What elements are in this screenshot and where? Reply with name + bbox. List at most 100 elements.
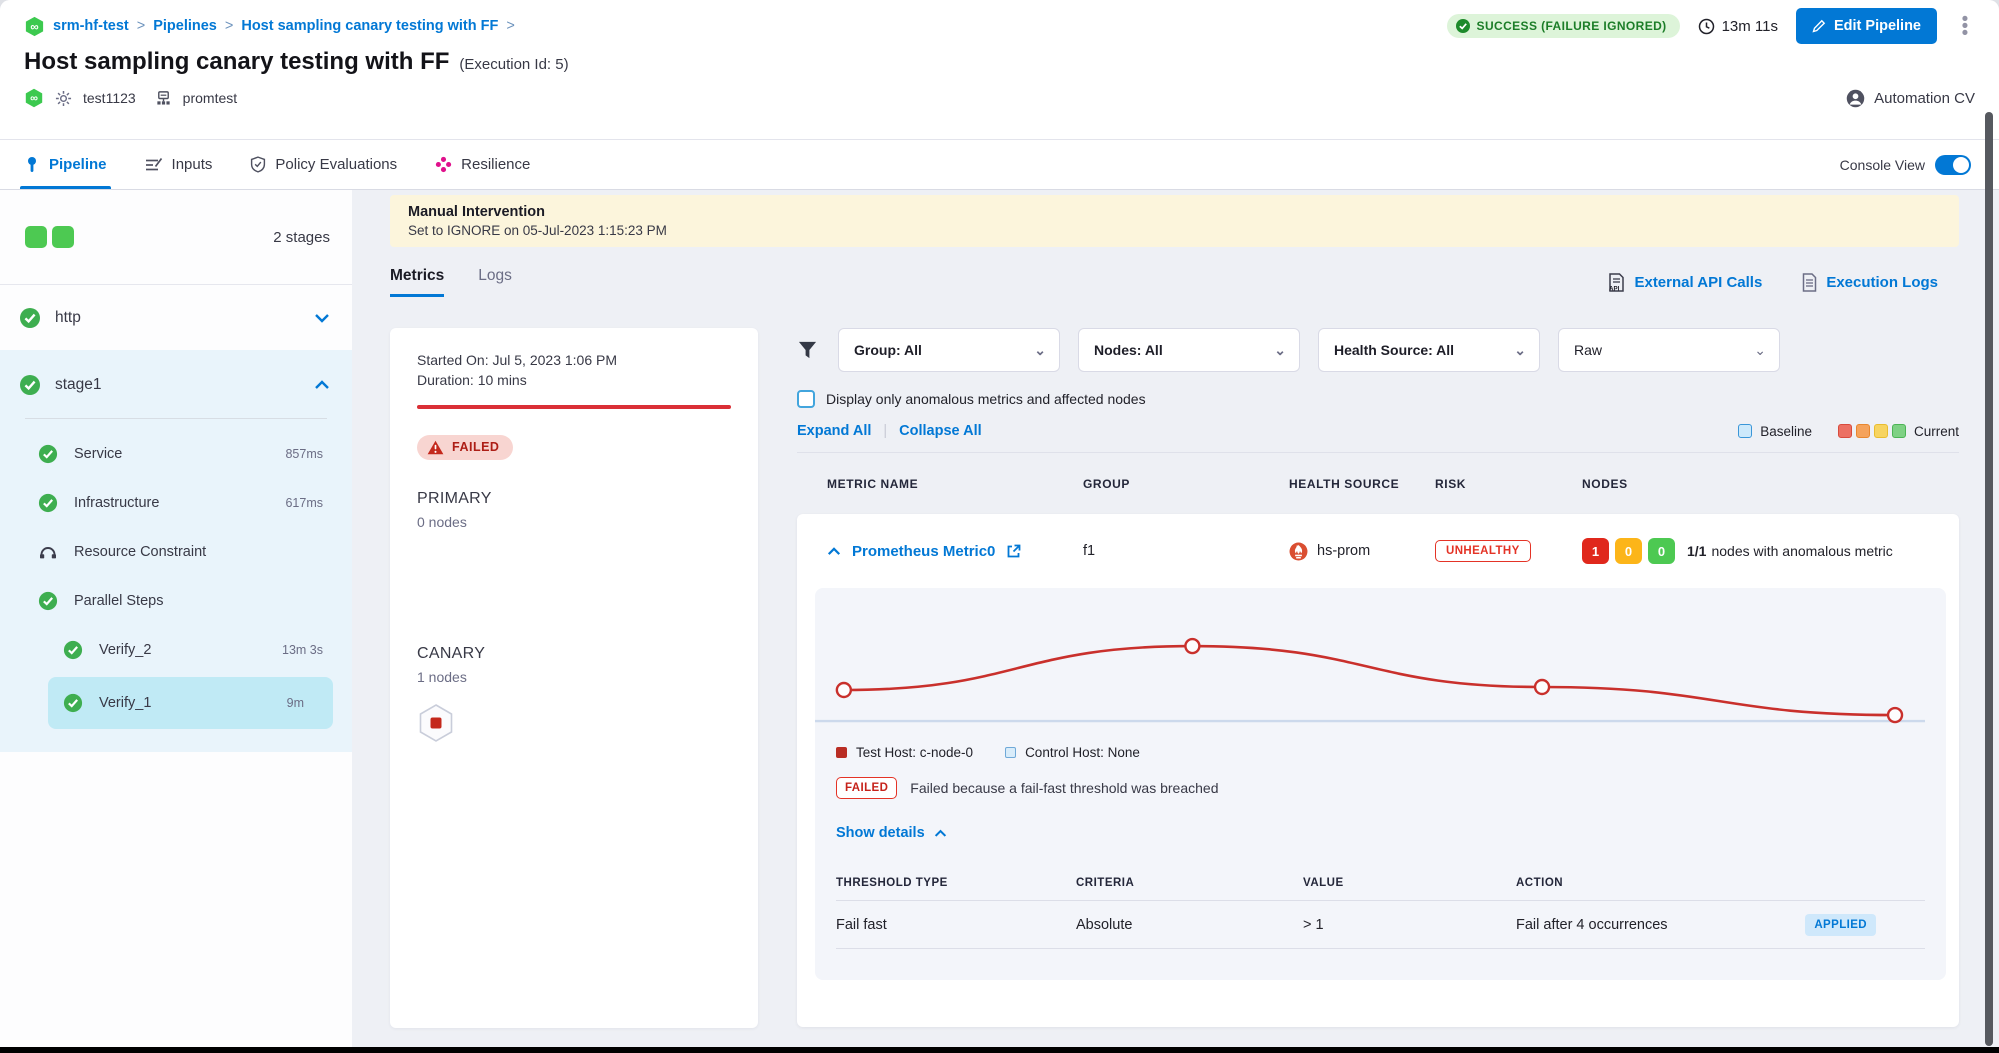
- user-avatar-icon: [1846, 89, 1865, 108]
- service-name[interactable]: test1123: [83, 90, 136, 106]
- execution-id: (Execution Id: 5): [459, 56, 568, 73]
- success-check-icon: [38, 493, 58, 513]
- group-filter-dropdown[interactable]: Group: All⌄: [838, 328, 1060, 372]
- chevron-up-icon[interactable]: [314, 380, 330, 390]
- healthy-node-count-chip: 0: [1648, 538, 1675, 564]
- breadcrumb-project[interactable]: srm-hf-test: [53, 18, 129, 34]
- pencil-icon: [1812, 19, 1826, 33]
- stage-square-icon: [25, 226, 47, 248]
- canary-label: CANARY: [417, 645, 731, 663]
- svg-text:API: API: [1609, 285, 1620, 292]
- environment-name[interactable]: promtest: [183, 90, 237, 106]
- sidebar-step-infrastructure[interactable]: Infrastructure617ms: [0, 478, 352, 527]
- chevron-up-icon[interactable]: [827, 547, 841, 556]
- filter-funnel-icon[interactable]: [797, 340, 818, 360]
- external-api-calls-link[interactable]: API External API Calls: [1608, 273, 1762, 292]
- svg-text:∞: ∞: [30, 93, 38, 105]
- page-title: Host sampling canary testing with FF: [24, 48, 449, 76]
- tab-pipeline[interactable]: Pipeline: [24, 140, 107, 189]
- unhealthy-node-count-chip: 1: [1582, 538, 1609, 564]
- collapse-all-link[interactable]: Collapse All: [899, 423, 981, 439]
- divider: |: [883, 423, 887, 439]
- control-host-swatch-icon: [1005, 747, 1016, 758]
- metrics-panel: Group: All⌄ Nodes: All⌄ Health Source: A…: [797, 328, 1959, 1027]
- applied-badge: APPLIED: [1805, 914, 1876, 936]
- baseline-current-legend: Baseline Current: [1738, 424, 1959, 439]
- manual-intervention-banner: Manual Intervention Set to IGNORE on 05-…: [390, 195, 1959, 247]
- expand-all-link[interactable]: Expand All: [797, 423, 871, 439]
- tab-inputs[interactable]: Inputs: [145, 140, 213, 189]
- chevron-down-icon[interactable]: [314, 313, 330, 323]
- metric-row-card: Prometheus Metric0 f1 hs-prom UNHEALTHY: [797, 514, 1959, 1027]
- vertical-scrollbar[interactable]: [1985, 112, 1993, 1046]
- sidebar-stage-stage1[interactable]: stage1: [0, 350, 352, 412]
- more-options-icon[interactable]: •••: [1955, 16, 1975, 37]
- sidebar-step-verify-1[interactable]: Verify_19m: [48, 677, 333, 729]
- shield-check-icon: [250, 156, 266, 173]
- analysis-failed-badge: FAILED: [836, 777, 897, 799]
- success-check-icon: [19, 374, 41, 396]
- edit-pipeline-button[interactable]: Edit Pipeline: [1796, 8, 1937, 44]
- window-edge: [0, 1047, 1999, 1053]
- breadcrumb-separator: >: [137, 18, 145, 34]
- resilience-chaos-icon: [435, 156, 452, 173]
- clock-icon: [1698, 18, 1715, 35]
- warning-node-count-chip: 0: [1615, 538, 1642, 564]
- health-source-filter-dropdown[interactable]: Health Source: All⌄: [1318, 328, 1540, 372]
- sidebar-step-parallel-steps[interactable]: Parallel Steps: [0, 576, 352, 625]
- execution-duration: 13m 11s: [1698, 18, 1778, 35]
- console-view-label: Console View: [1840, 157, 1925, 173]
- verification-summary-card: Started On: Jul 5, 2023 1:06 PM Duration…: [390, 328, 758, 1028]
- started-on: Started On: Jul 5, 2023 1:06 PM: [417, 350, 731, 370]
- environment-icon: [155, 90, 172, 107]
- breadcrumb-pipeline-name[interactable]: Host sampling canary testing with FF: [241, 18, 498, 34]
- verification-status-pill: FAILED: [417, 435, 513, 460]
- breadcrumb-pipelines[interactable]: Pipelines: [153, 18, 217, 34]
- api-document-icon: API: [1608, 273, 1625, 292]
- test-host-swatch-icon: [836, 747, 847, 758]
- tab-resilience[interactable]: Resilience: [435, 140, 530, 189]
- resource-constraint-icon: [38, 542, 58, 562]
- stage1-panel: stage1 Service857ms Infrastructure617ms …: [0, 350, 352, 752]
- execution-logs-link[interactable]: Execution Logs: [1802, 273, 1938, 292]
- app-window: ∞ srm-hf-test > Pipelines > Host samplin…: [0, 0, 1999, 1053]
- tab-logs[interactable]: Logs: [478, 267, 512, 297]
- tab-policy-evaluations[interactable]: Policy Evaluations: [250, 140, 397, 189]
- sidebar-stage-http[interactable]: http: [0, 285, 352, 350]
- current-swatches-icon: [1838, 424, 1906, 438]
- sidebar-step-verify-2[interactable]: Verify_213m 3s: [0, 625, 352, 674]
- sidebar-step-resource-constraint[interactable]: Resource Constraint: [0, 527, 352, 576]
- threshold-table-header: THRESHOLD TYPE CRITERIA VALUE ACTION: [836, 866, 1925, 900]
- duration: Duration: 10 mins: [417, 370, 731, 390]
- harness-cd-icon: ∞: [24, 88, 44, 108]
- nodes-filter-dropdown[interactable]: Nodes: All⌄: [1078, 328, 1300, 372]
- metric-group: f1: [1083, 543, 1289, 559]
- analysis-failed-message: Failed because a fail-fast threshold was…: [910, 780, 1218, 796]
- anomalous-only-checkbox[interactable]: [797, 390, 815, 408]
- breadcrumb-separator: >: [506, 18, 514, 34]
- success-check-icon: [19, 307, 41, 329]
- status-badge: SUCCESS (FAILURE IGNORED): [1447, 14, 1680, 38]
- page-header: ∞ srm-hf-test > Pipelines > Host samplin…: [0, 0, 1999, 140]
- metric-chart-card: Test Host: c-node-0 Control Host: None F…: [815, 588, 1946, 980]
- pipeline-icon: [24, 156, 40, 173]
- metric-name-cell[interactable]: Prometheus Metric0: [827, 543, 1083, 560]
- inputs-icon: [145, 157, 163, 173]
- primary-node-count: 0 nodes: [417, 514, 731, 530]
- view-mode-dropdown[interactable]: Raw⌄: [1558, 328, 1780, 372]
- canary-node-hexagon-icon[interactable]: [417, 703, 455, 743]
- sidebar-step-service[interactable]: Service857ms: [0, 429, 352, 478]
- success-check-icon: [38, 444, 58, 464]
- step-details-main: Manual Intervention Set to IGNORE on 05-…: [352, 190, 1999, 1053]
- tab-metrics[interactable]: Metrics: [390, 267, 444, 297]
- metric-chart[interactable]: [815, 588, 1925, 738]
- risk-badge: UNHEALTHY: [1435, 540, 1531, 562]
- show-details-link[interactable]: Show details: [836, 825, 947, 841]
- breadcrumb: ∞ srm-hf-test > Pipelines > Host samplin…: [24, 16, 515, 37]
- stage-count: 2 stages: [273, 229, 330, 246]
- anomalous-only-label: Display only anomalous metrics and affec…: [826, 391, 1146, 407]
- console-view-toggle[interactable]: [1935, 155, 1971, 175]
- threshold-table-row: Fail fast Absolute > 1 Fail after 4 occu…: [836, 901, 1925, 948]
- check-circle-icon: [1456, 19, 1470, 33]
- external-link-icon[interactable]: [1006, 544, 1021, 559]
